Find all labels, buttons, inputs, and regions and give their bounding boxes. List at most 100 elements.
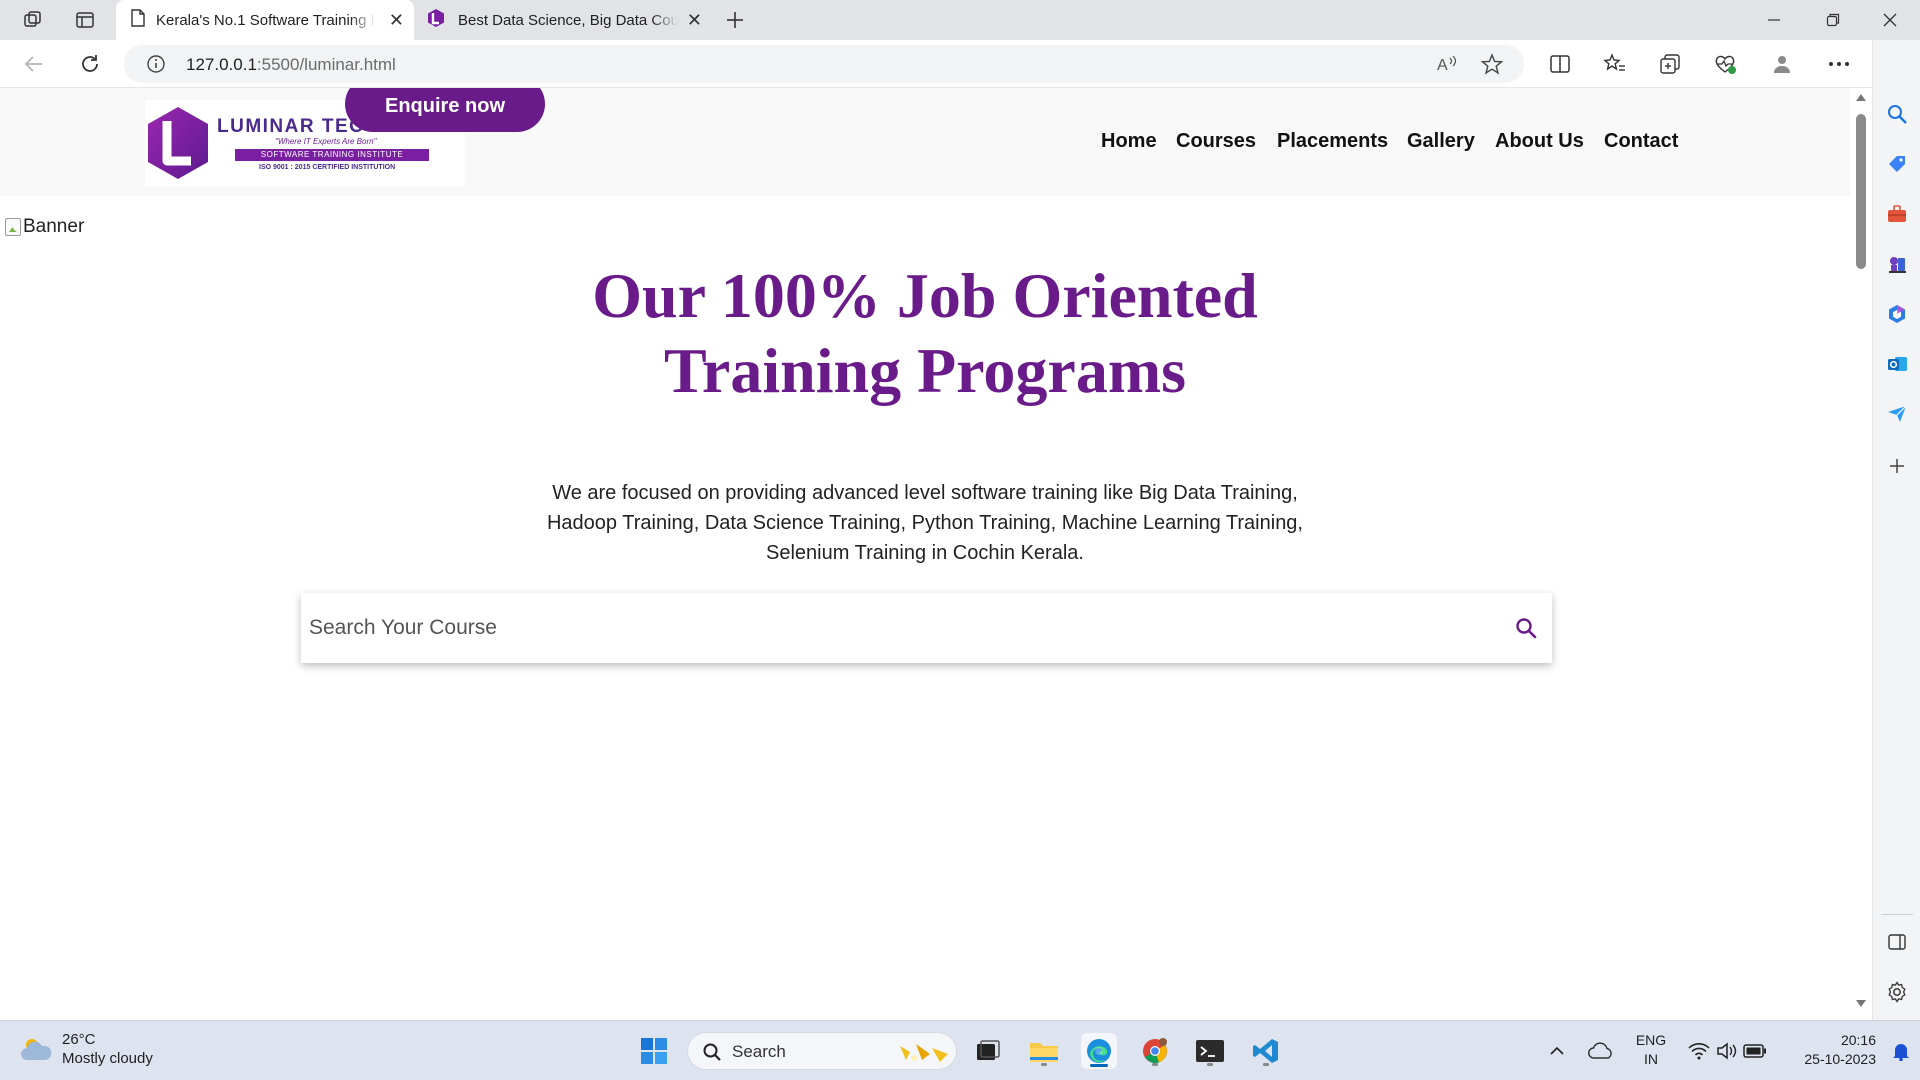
edge-sidebar <box>1872 40 1920 1020</box>
banner-alt-text: Banner <box>23 216 85 237</box>
refresh-icon[interactable] <box>76 50 104 78</box>
minimize-icon[interactable] <box>1754 6 1794 34</box>
start-windows-icon[interactable] <box>636 1033 672 1069</box>
weather-desc: Mostly cloudy <box>62 1050 153 1067</box>
vscode-icon[interactable] <box>1248 1033 1284 1069</box>
workspaces-icon[interactable] <box>20 7 46 33</box>
running-indicator <box>1263 1063 1269 1066</box>
logo-brand-text: LUMINAR TEC <box>217 116 365 137</box>
settings-gear-icon[interactable] <box>1885 980 1909 1004</box>
broken-image-icon <box>5 218 21 236</box>
page-icon <box>130 9 146 31</box>
clock[interactable]: 20:16 25-10-2023 <box>1780 1031 1876 1069</box>
battery-icon[interactable] <box>1740 1033 1770 1069</box>
chrome-icon[interactable] <box>1137 1033 1173 1069</box>
clock-date: 25-10-2023 <box>1804 1051 1876 1067</box>
logo-institute-badge: SOFTWARE TRAINING INSTITUTE <box>235 149 429 161</box>
running-indicator <box>1041 1063 1047 1066</box>
running-indicator <box>1207 1063 1213 1066</box>
language-indicator[interactable]: ENG IN <box>1628 1031 1674 1069</box>
hero-title-line1: Our 100% Job Oriented <box>592 260 1258 331</box>
new-tab-icon[interactable] <box>722 7 748 33</box>
close-window-icon[interactable] <box>1870 6 1910 34</box>
task-view-icon[interactable] <box>970 1033 1006 1069</box>
shopping-tag-icon[interactable] <box>1885 152 1909 176</box>
favorite-star-icon[interactable] <box>1480 53 1504 80</box>
more-options-icon[interactable] <box>1825 50 1853 78</box>
nav-gallery[interactable]: Gallery <box>1407 130 1475 153</box>
search-icon[interactable] <box>1885 102 1909 126</box>
url-text[interactable]: 127.0.0.1:5500/luminar.html <box>186 55 396 75</box>
search-icon[interactable] <box>1512 614 1540 642</box>
course-search-input[interactable] <box>309 607 1489 649</box>
tab-actions-icon[interactable] <box>72 7 98 33</box>
hero-description: We are focused on providing advanced lev… <box>546 482 1303 564</box>
hero-title: Our 100% Job Oriented Training Programs <box>0 258 1850 408</box>
address-toolbar: 127.0.0.1:5500/luminar.html A <box>0 40 1920 88</box>
tab-title: Best Data Science, Big Data Cour <box>458 11 678 29</box>
tab-best-data-science[interactable]: Best Data Science, Big Data Cour ✕ <box>416 0 712 40</box>
back-icon[interactable] <box>20 50 48 78</box>
cloudy-weather-icon <box>21 1039 52 1060</box>
main-nav: Placements <box>1277 130 1388 153</box>
luminar-logo-mark-icon <box>148 107 208 179</box>
nav-courses[interactable]: Courses <box>1176 130 1256 153</box>
scroll-thumb[interactable] <box>1856 114 1866 269</box>
main-nav: Gallery <box>1407 130 1475 153</box>
page-viewport: LUMINAR TEC "Where IT Experts Are Born" … <box>0 88 1872 1020</box>
browser-essentials-icon[interactable] <box>1711 50 1739 78</box>
nav-placements[interactable]: Placements <box>1277 130 1388 153</box>
nav-home[interactable]: Home <box>1101 130 1157 153</box>
close-tab-icon[interactable]: ✕ <box>687 10 702 30</box>
sidebar-divider <box>1881 914 1913 915</box>
nav-contact[interactable]: Contact <box>1604 130 1678 153</box>
lang-top: ENG <box>1635 1032 1667 1048</box>
lang-bottom: IN <box>1644 1051 1658 1067</box>
tools-briefcase-icon[interactable] <box>1885 202 1909 226</box>
edge-browser-icon[interactable] <box>1081 1033 1117 1069</box>
search-highlight-icon <box>894 1038 954 1071</box>
split-screen-icon[interactable] <box>1546 50 1574 78</box>
microsoft-365-icon[interactable] <box>1885 302 1909 326</box>
main-nav: About Us <box>1495 130 1584 153</box>
show-hidden-icons-icon[interactable] <box>1544 1033 1570 1069</box>
site-header: LUMINAR TEC "Where IT Experts Are Born" … <box>0 88 1850 196</box>
file-explorer-icon[interactable] <box>1026 1033 1062 1069</box>
browser-tab-bar: Kerala's No.1 Software Training In ✕ Bes… <box>0 0 1920 40</box>
favorites-icon[interactable] <box>1601 50 1629 78</box>
terminal-icon[interactable] <box>1192 1033 1228 1069</box>
weather-temp: 26°C <box>62 1031 96 1048</box>
weather-widget[interactable]: 26°C Mostly cloudy <box>20 1030 153 1068</box>
scroll-down-arrow-icon[interactable] <box>1856 1000 1866 1007</box>
luminar-favicon-icon <box>426 8 446 32</box>
tab-luminar-local[interactable]: Kerala's No.1 Software Training In ✕ <box>116 0 414 40</box>
logo-tagline: "Where IT Experts Are Born" <box>275 137 377 146</box>
windows-taskbar: 26°C Mostly cloudy Search ENG IN 20:16 2… <box>0 1020 1920 1080</box>
add-sidebar-app-icon[interactable] <box>1885 454 1909 478</box>
outlook-icon[interactable] <box>1885 352 1909 376</box>
main-nav: Contact <box>1604 130 1678 153</box>
close-tab-icon[interactable]: ✕ <box>389 10 404 30</box>
onedrive-cloud-icon[interactable] <box>1586 1033 1616 1069</box>
read-aloud-icon[interactable]: A <box>1436 54 1458 79</box>
address-bar[interactable]: 127.0.0.1:5500/luminar.html A <box>124 45 1524 83</box>
running-indicator <box>1152 1063 1158 1066</box>
games-chess-icon[interactable] <box>1885 252 1909 276</box>
page-scrollbar[interactable] <box>1850 88 1872 1020</box>
nav-about-us[interactable]: About Us <box>1495 130 1584 153</box>
enquire-now-button[interactable]: Enquire now <box>345 88 545 132</box>
notification-bell-icon[interactable] <box>1888 1033 1914 1069</box>
site-info-icon[interactable] <box>146 54 166 79</box>
restore-icon[interactable] <box>1813 6 1853 34</box>
svg-text:A: A <box>1437 57 1448 74</box>
hide-sidebar-icon[interactable] <box>1885 930 1909 954</box>
scroll-up-arrow-icon[interactable] <box>1856 94 1866 101</box>
banner-image-broken: Banner <box>5 216 84 238</box>
taskbar-search[interactable]: Search <box>687 1032 957 1070</box>
send-drop-icon[interactable] <box>1885 402 1909 426</box>
wifi-icon[interactable] <box>1684 1033 1714 1069</box>
main-nav: Home <box>1101 130 1157 153</box>
volume-icon[interactable] <box>1712 1033 1742 1069</box>
collections-icon[interactable] <box>1656 50 1684 78</box>
profile-avatar-icon[interactable] <box>1768 50 1796 78</box>
